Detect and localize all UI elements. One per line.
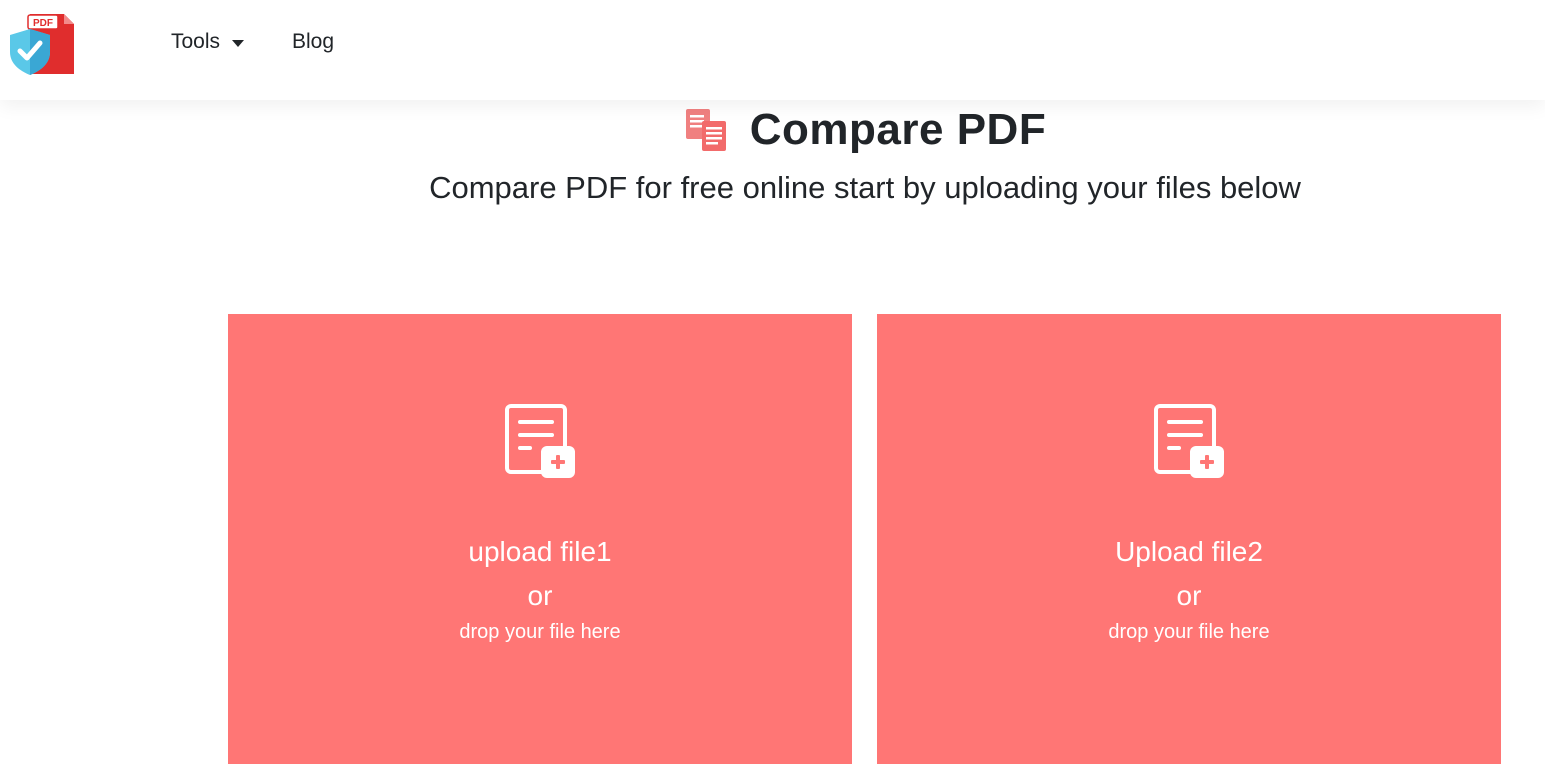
nav-blog-label: Blog <box>292 30 335 53</box>
page-header: Compare PDF <box>0 102 1545 158</box>
copy-documents-icon <box>685 109 726 151</box>
pdf-shield-logo-icon[interactable]: PDF <box>8 12 76 76</box>
nav-tools-dropdown[interactable]: Tools <box>171 30 245 54</box>
upload-dropzone-file2[interactable]: Upload file2 or drop your file here <box>877 314 1501 764</box>
logo-text: PDF <box>33 18 53 29</box>
upload-file2-drop-hint: drop your file here <box>1108 621 1270 643</box>
file-add-icon <box>505 404 575 478</box>
caret-down-icon <box>232 39 245 47</box>
upload-file1-or: or <box>527 580 553 611</box>
nav-blog-link[interactable]: Blog <box>292 30 334 54</box>
page-subtitle: Compare PDF for free online start by upl… <box>429 170 1301 205</box>
upload-file1-drop-hint: drop your file here <box>459 621 621 643</box>
upload-file2-label: Upload file2 <box>1115 536 1263 567</box>
nav-tools-label: Tools <box>171 30 221 53</box>
file-add-icon <box>1154 404 1224 478</box>
page-title: Compare PDF <box>749 105 1047 154</box>
upload-dropzone-file1[interactable]: upload file1 or drop your file here <box>228 314 852 764</box>
navbar: PDF Tools Blog <box>0 0 1545 100</box>
upload-file2-or: or <box>1176 580 1202 611</box>
upload-file1-label: upload file1 <box>468 536 612 567</box>
